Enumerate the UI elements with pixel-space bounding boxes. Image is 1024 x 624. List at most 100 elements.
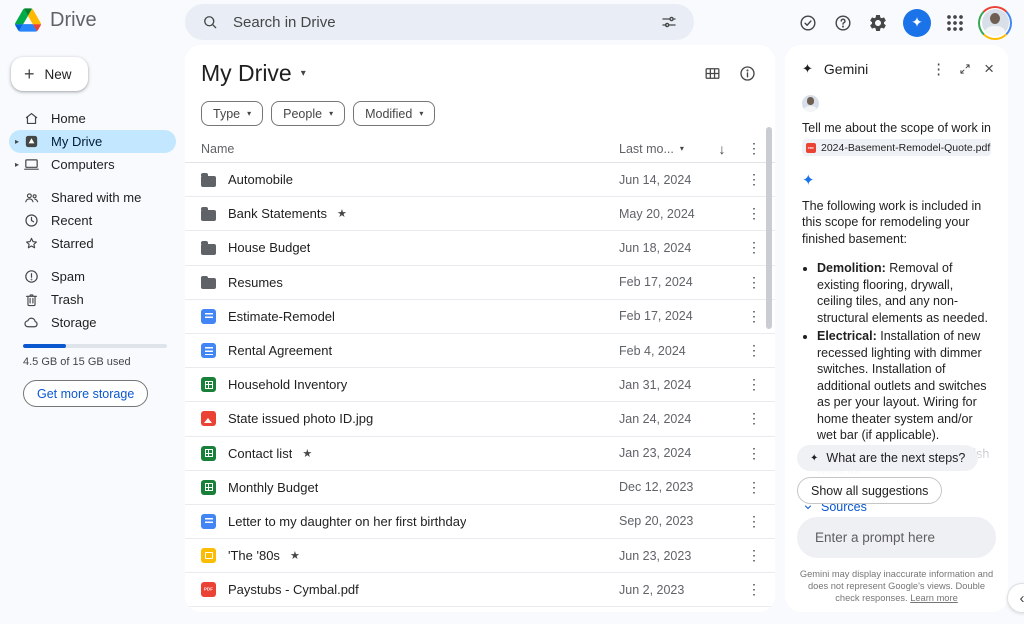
nav-item-icon <box>23 133 40 150</box>
file-name: Rental Agreement <box>228 343 332 358</box>
plus-icon: + <box>24 65 35 83</box>
gemini-launcher-button[interactable]: ✦ <box>903 9 931 37</box>
file-type-icon <box>201 411 216 426</box>
file-modified-date: Jun 14, 2024 <box>619 173 739 187</box>
starred-icon: ★ <box>290 549 300 562</box>
column-header-modified[interactable]: Last mo... ▾ <box>619 142 705 156</box>
storage-used-label: 4.5 GB of 15 GB used <box>23 356 185 368</box>
prompt-input[interactable] <box>813 529 980 546</box>
file-modified-date: Jun 23, 2023 <box>619 549 739 563</box>
sidebar-item[interactable]: Starred <box>9 232 176 255</box>
filter-chip-label: People <box>283 107 322 121</box>
sidebar-item[interactable]: Storage <box>9 311 176 334</box>
file-browser-panel: My Drive ▾ Type ▾ People ▾ Modified <box>185 45 775 612</box>
page-title-dropdown[interactable]: My Drive ▾ <box>201 60 306 87</box>
sidebar-item[interactable]: ▸ My Drive <box>9 130 176 153</box>
row-menu-button[interactable]: ⋮ <box>739 513 769 530</box>
row-menu-button[interactable]: ⋮ <box>739 410 769 427</box>
sidebar-item[interactable]: Trash <box>9 288 176 311</box>
offline-status-icon[interactable] <box>798 13 818 33</box>
sidebar-item[interactable]: Recent <box>9 209 176 232</box>
sort-direction-button[interactable]: ↓ <box>705 141 739 157</box>
search-bar[interactable] <box>185 4 694 40</box>
chevron-down-icon: ▾ <box>419 109 423 118</box>
account-avatar[interactable] <box>978 6 1012 40</box>
row-menu-button[interactable]: ⋮ <box>739 581 769 598</box>
file-row[interactable]: 'The '80s ★ Jun 23, 2023 ⋮ <box>185 539 775 573</box>
get-more-storage-button[interactable]: Get more storage <box>23 380 148 407</box>
row-menu-button[interactable]: ⋮ <box>739 376 769 393</box>
file-row[interactable]: Estimate-Remodel ★ Feb 17, 2024 ⋮ <box>185 300 775 334</box>
row-menu-button[interactable]: ⋮ <box>739 547 769 564</box>
details-info-button[interactable] <box>738 64 757 83</box>
list-options-button[interactable]: ⋮ <box>739 140 769 157</box>
learn-more-link[interactable]: Learn more <box>910 593 958 603</box>
sidebar-item[interactable]: ▸ Home <box>9 107 176 130</box>
help-icon[interactable] <box>833 13 853 33</box>
panel-more-options-button[interactable]: ⋮ <box>931 60 946 78</box>
file-row[interactable]: Bank Statements ★ May 20, 2024 ⋮ <box>185 197 775 231</box>
file-row[interactable]: Resumes ★ Feb 17, 2024 ⋮ <box>185 266 775 300</box>
filter-chip[interactable]: People ▾ <box>271 101 345 126</box>
google-apps-grid-icon[interactable] <box>946 14 963 31</box>
panel-expand-button[interactable] <box>958 62 972 76</box>
file-type-icon <box>201 377 216 392</box>
nav-item-label: Spam <box>51 269 85 284</box>
row-menu-button[interactable]: ⋮ <box>739 239 769 256</box>
column-header-name[interactable]: Name <box>201 142 619 156</box>
settings-gear-icon[interactable] <box>868 13 888 33</box>
drive-logo[interactable]: Drive <box>15 8 97 32</box>
file-row[interactable]: Paystubs - Cymbal.pdf ★ Jun 2, 2023 ⋮ <box>185 573 775 607</box>
row-menu-button[interactable]: ⋮ <box>739 445 769 462</box>
list-header: Name Last mo... ▾ ↓ ⋮ <box>185 135 775 163</box>
file-type-icon <box>201 176 216 187</box>
row-menu-button[interactable]: ⋮ <box>739 205 769 222</box>
file-attachment-chip[interactable]: 2024-Basement-Remodel-Quote.pdf <box>802 139 991 156</box>
file-row[interactable]: Rental Agreement ★ Feb 4, 2024 ⋮ <box>185 334 775 368</box>
nav-item-icon <box>23 235 40 252</box>
show-all-suggestions-button[interactable]: Show all suggestions <box>797 477 942 504</box>
sidebar-item[interactable]: ▸ Computers <box>9 153 176 176</box>
file-row[interactable]: Contact list ★ Jan 23, 2024 ⋮ <box>185 437 775 471</box>
file-row[interactable]: House Budget ★ Jun 18, 2024 ⋮ <box>185 231 775 265</box>
row-menu-button[interactable]: ⋮ <box>739 479 769 496</box>
file-name: Letter to my daughter on her first birth… <box>228 514 466 529</box>
file-modified-date: Jun 18, 2024 <box>619 241 739 255</box>
expand-caret-icon[interactable]: ▸ <box>12 160 22 169</box>
row-menu-button[interactable]: ⋮ <box>739 308 769 325</box>
row-menu-button[interactable]: ⋮ <box>739 274 769 291</box>
suggestion-chip[interactable]: ✦ What are the next steps? <box>797 445 978 471</box>
file-type-icon <box>201 582 216 597</box>
file-name: 'The '80s <box>228 548 280 563</box>
row-menu-button[interactable]: ⋮ <box>739 171 769 188</box>
file-name: Automobile <box>228 172 293 187</box>
nav-item-label: Computers <box>51 157 115 172</box>
file-row[interactable]: Automobile ★ Jun 14, 2024 ⋮ <box>185 163 775 197</box>
file-row[interactable]: Letter to my daughter on her first birth… <box>185 505 775 539</box>
panel-close-button[interactable]: × <box>984 59 994 79</box>
chevron-down-icon: ▾ <box>301 68 306 79</box>
response-bullet: Demolition: Removal of existing flooring… <box>817 260 991 326</box>
file-type-icon <box>201 514 216 529</box>
file-row[interactable]: Household Inventory ★ Jan 31, 2024 ⋮ <box>185 368 775 402</box>
file-type-icon <box>201 278 216 289</box>
filter-chip[interactable]: Modified ▾ <box>353 101 435 126</box>
file-row[interactable]: State issued photo ID.jpg ★ Jan 24, 2024… <box>185 402 775 436</box>
file-row[interactable]: Monthly Budget ★ Dec 12, 2023 ⋮ <box>185 471 775 505</box>
expand-caret-icon[interactable]: ▸ <box>12 137 22 146</box>
search-options-icon[interactable] <box>660 13 678 31</box>
sidebar-item[interactable]: Shared with me <box>9 186 176 209</box>
grid-view-toggle[interactable] <box>703 64 722 83</box>
file-name: Resumes <box>228 275 283 290</box>
collapse-panel-button[interactable]: ‹ <box>1007 583 1024 613</box>
filter-chip[interactable]: Type ▾ <box>201 101 263 126</box>
scrollbar-thumb[interactable] <box>766 127 772 329</box>
search-input[interactable] <box>231 13 648 32</box>
nav-item-icon <box>23 110 40 127</box>
prompt-input-wrap[interactable] <box>797 517 996 558</box>
row-menu-button[interactable]: ⋮ <box>739 342 769 359</box>
sidebar-item[interactable]: Spam <box>9 265 176 288</box>
file-row[interactable]: ★ ⋮ <box>185 607 775 612</box>
gemini-panel: ✦ Gemini ⋮ × Tell me about the scope of … <box>785 45 1008 612</box>
new-button[interactable]: + New <box>11 57 88 91</box>
